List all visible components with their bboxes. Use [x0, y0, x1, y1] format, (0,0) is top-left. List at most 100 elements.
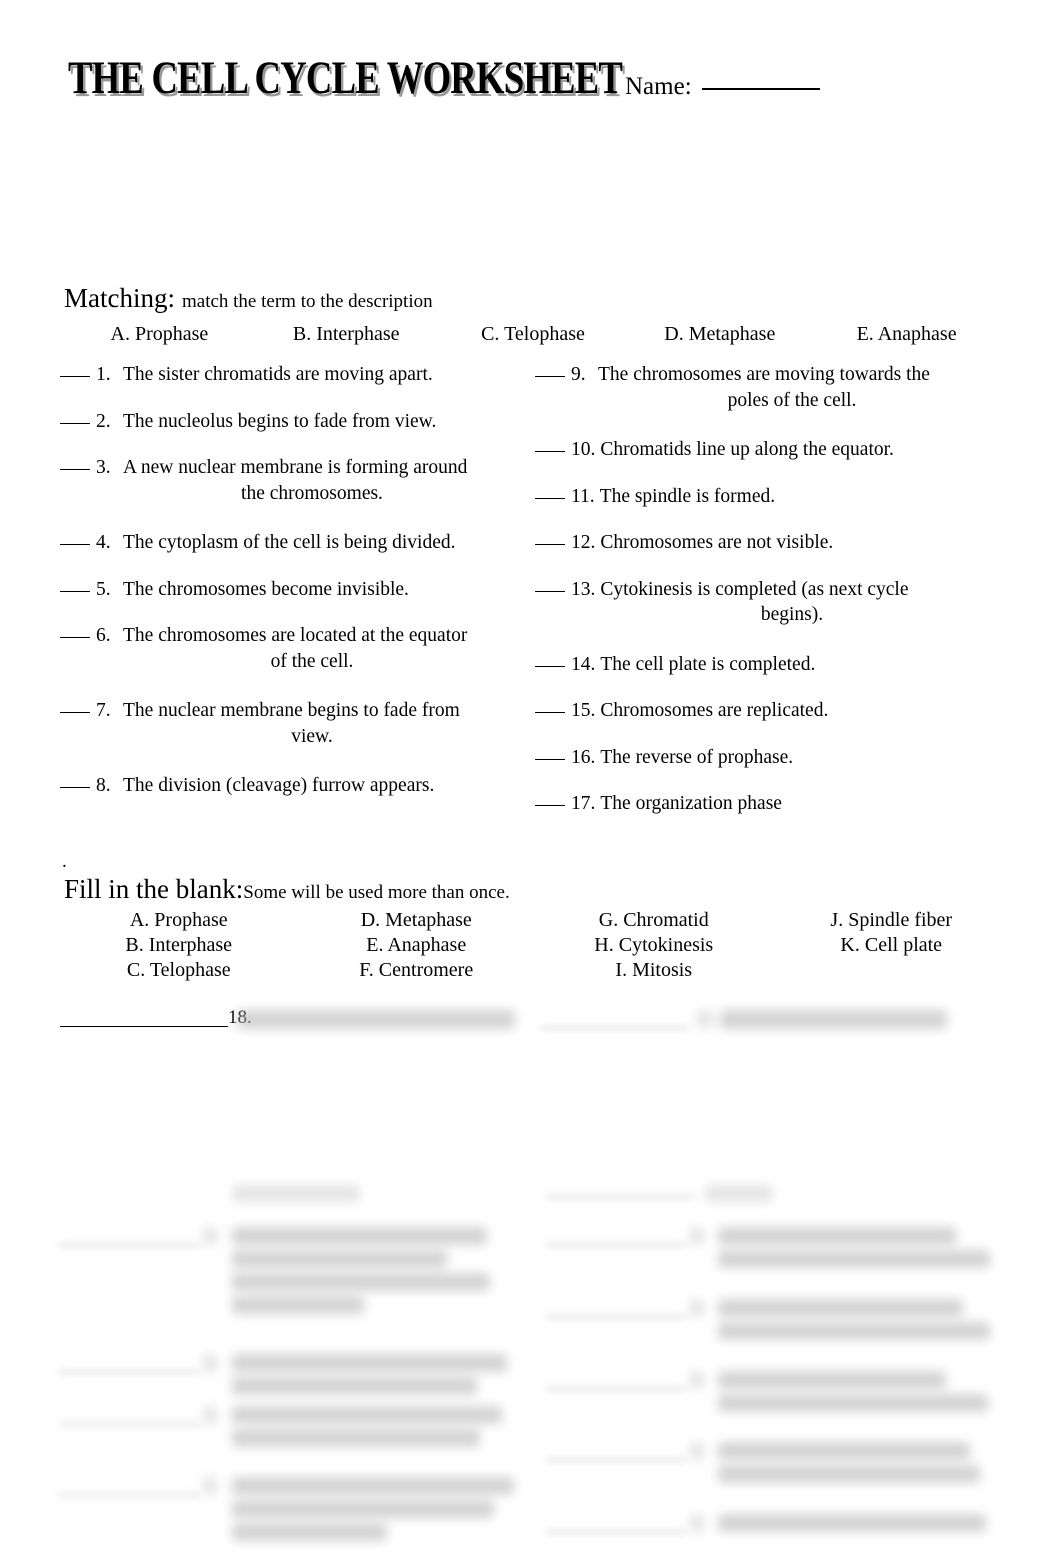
answer-blank[interactable] [60, 637, 90, 638]
blurred-text [705, 1185, 773, 1202]
blurred-answer-blank[interactable] [545, 1315, 687, 1319]
blurred-text [232, 1296, 364, 1314]
blurred-text [718, 1465, 980, 1483]
answer-blank[interactable] [535, 376, 565, 377]
matching-item: 2. The nucleolus begins to fade from view… [60, 409, 520, 435]
blurred-answer-blank[interactable] [545, 1530, 687, 1534]
blurred-item-number [203, 1354, 217, 1372]
item-text-continued: begins). [760, 604, 824, 625]
blurred-answer-blank[interactable] [58, 1370, 200, 1374]
name-blank-line[interactable] [701, 88, 820, 90]
item-text: The nuclear membrane begins to fade from [123, 700, 460, 721]
answer-blank[interactable] [60, 469, 90, 470]
blurred-text [718, 1514, 986, 1532]
blurred-text [720, 1010, 947, 1029]
item-number: 12. [571, 532, 596, 553]
matching-item: 5. The chromosomes become invisible. [60, 577, 520, 603]
item-text: A new nuclear membrane is forming around [123, 457, 468, 478]
item-text: The cell plate is completed. [600, 653, 816, 675]
answer-blank[interactable] [60, 376, 90, 377]
blurred-item-number [690, 1299, 704, 1317]
answer-blank[interactable] [535, 497, 565, 499]
fill-in-blank-heading-label: Fill in the blank: [64, 874, 244, 904]
blurred-text [718, 1371, 946, 1389]
item-number: 6. [96, 625, 111, 646]
blurred-item-number [690, 1442, 704, 1460]
answer-blank[interactable] [535, 590, 565, 592]
answer-blank[interactable] [60, 787, 90, 788]
answer-blank[interactable] [535, 451, 565, 452]
blurred-answer-blank[interactable] [58, 1493, 200, 1497]
blurred-answer-blank[interactable] [545, 1387, 687, 1391]
matching-item: 16. The reverse of prophase. [535, 745, 1005, 771]
matching-item: 12. Chromosomes are not visible. [535, 530, 1005, 556]
answer-blank[interactable] [535, 665, 565, 667]
matching-columns: 1. The sister chromatids are moving apart… [0, 362, 1062, 882]
item-text: The spindle is formed. [599, 485, 776, 507]
answer-blank[interactable] [60, 544, 90, 545]
answer-blank[interactable] [535, 805, 565, 806]
word-bank-item-j: J. Spindle fiber [830, 909, 953, 931]
item-text: The division (cleavage) furrow appears. [123, 775, 435, 796]
name-field: Name: [625, 72, 820, 102]
matching-option-c: C. Telophase [481, 323, 585, 345]
blurred-text [232, 1500, 494, 1518]
item-number: 17. [571, 793, 596, 814]
matching-item: 3. A new nuclear membrane is forming arou… [60, 455, 520, 506]
blurred-text [232, 1406, 502, 1424]
matching-item: 14. The cell plate is completed. [535, 652, 1005, 678]
item-text: The chromosomes are moving towards the [598, 364, 930, 385]
blurred-answer-blank[interactable] [545, 1195, 695, 1199]
answer-blank[interactable] [535, 712, 565, 713]
word-bank-row: B. Interphase E. Anaphase H. Cytokinesis… [60, 933, 1010, 958]
matching-item: 17. The organization phase [535, 791, 1005, 817]
matching-section: Matching: match the term to the descripti… [0, 283, 1062, 882]
matching-heading-label: Matching: [64, 283, 175, 313]
answer-blank-18[interactable] [60, 1026, 228, 1027]
item-number: 11. [571, 485, 595, 507]
blurred-item-number [203, 1227, 217, 1245]
matching-item: 11. The spindle is formed. [535, 484, 1005, 510]
matching-right-column: 9. The chromosomes are moving towards the… [535, 362, 1005, 838]
matching-item: 6. The chromosomes are located at the equ… [60, 623, 520, 674]
word-bank: A. Prophase D. Metaphase G. Chromatid J.… [60, 908, 1010, 983]
matching-item: 10. Chromatids line up along the equator. [535, 437, 1005, 463]
item-number: 2. [96, 410, 111, 432]
item-text: Chromosomes are replicated. [600, 700, 829, 721]
word-bank-item-d: D. Metaphase [360, 909, 472, 931]
blurred-answer-blank[interactable] [58, 1243, 200, 1247]
blurred-item-number [690, 1514, 704, 1532]
item-text-continued: the chromosomes. [241, 482, 383, 504]
blurred-answer-blank[interactable] [58, 1422, 200, 1426]
blurred-text [232, 1477, 514, 1495]
item-text: The chromosomes become invisible. [123, 578, 409, 600]
answer-blank[interactable] [535, 758, 565, 760]
answer-blank[interactable] [60, 712, 90, 713]
matching-heading: Matching: match the term to the descripti… [0, 283, 1062, 313]
page-header: THE CELL CYCLE WORKSHEET Name: [0, 52, 1062, 122]
matching-instruction: match the term to the description [181, 291, 433, 312]
blurred-answer-blank[interactable] [540, 1026, 690, 1030]
fill-in-blank-item-18-row: 18. [0, 1000, 1062, 1044]
word-bank-item-b: B. Interphase [125, 934, 233, 956]
blurred-text [718, 1394, 988, 1412]
blurred-text [232, 1354, 507, 1372]
blurred-text [237, 1010, 515, 1029]
blurred-text [718, 1227, 956, 1245]
blurred-text [232, 1227, 487, 1245]
blurred-answer-blank[interactable] [545, 1458, 687, 1462]
name-label: Name: [625, 73, 692, 100]
blurred-answer-blank[interactable] [545, 1243, 687, 1247]
matching-item: 7. The nuclear membrane begins to fade fr… [60, 698, 520, 749]
fill-in-blank-instruction: Some will be used more than once. [243, 882, 510, 903]
item-text-continued: of the cell. [270, 650, 354, 672]
answer-blank[interactable] [60, 590, 90, 592]
matching-option-b: B. Interphase [292, 323, 400, 345]
item-text: Chromosomes are not visible. [600, 532, 834, 553]
item-text: Cytokinesis is completed (as next cycle [600, 578, 909, 600]
word-bank-item-c: C. Telophase [126, 959, 231, 981]
answer-blank[interactable] [60, 422, 90, 424]
blurred-text [718, 1442, 970, 1460]
matching-left-column: 1. The sister chromatids are moving apart… [60, 362, 520, 820]
answer-blank[interactable] [535, 544, 565, 545]
